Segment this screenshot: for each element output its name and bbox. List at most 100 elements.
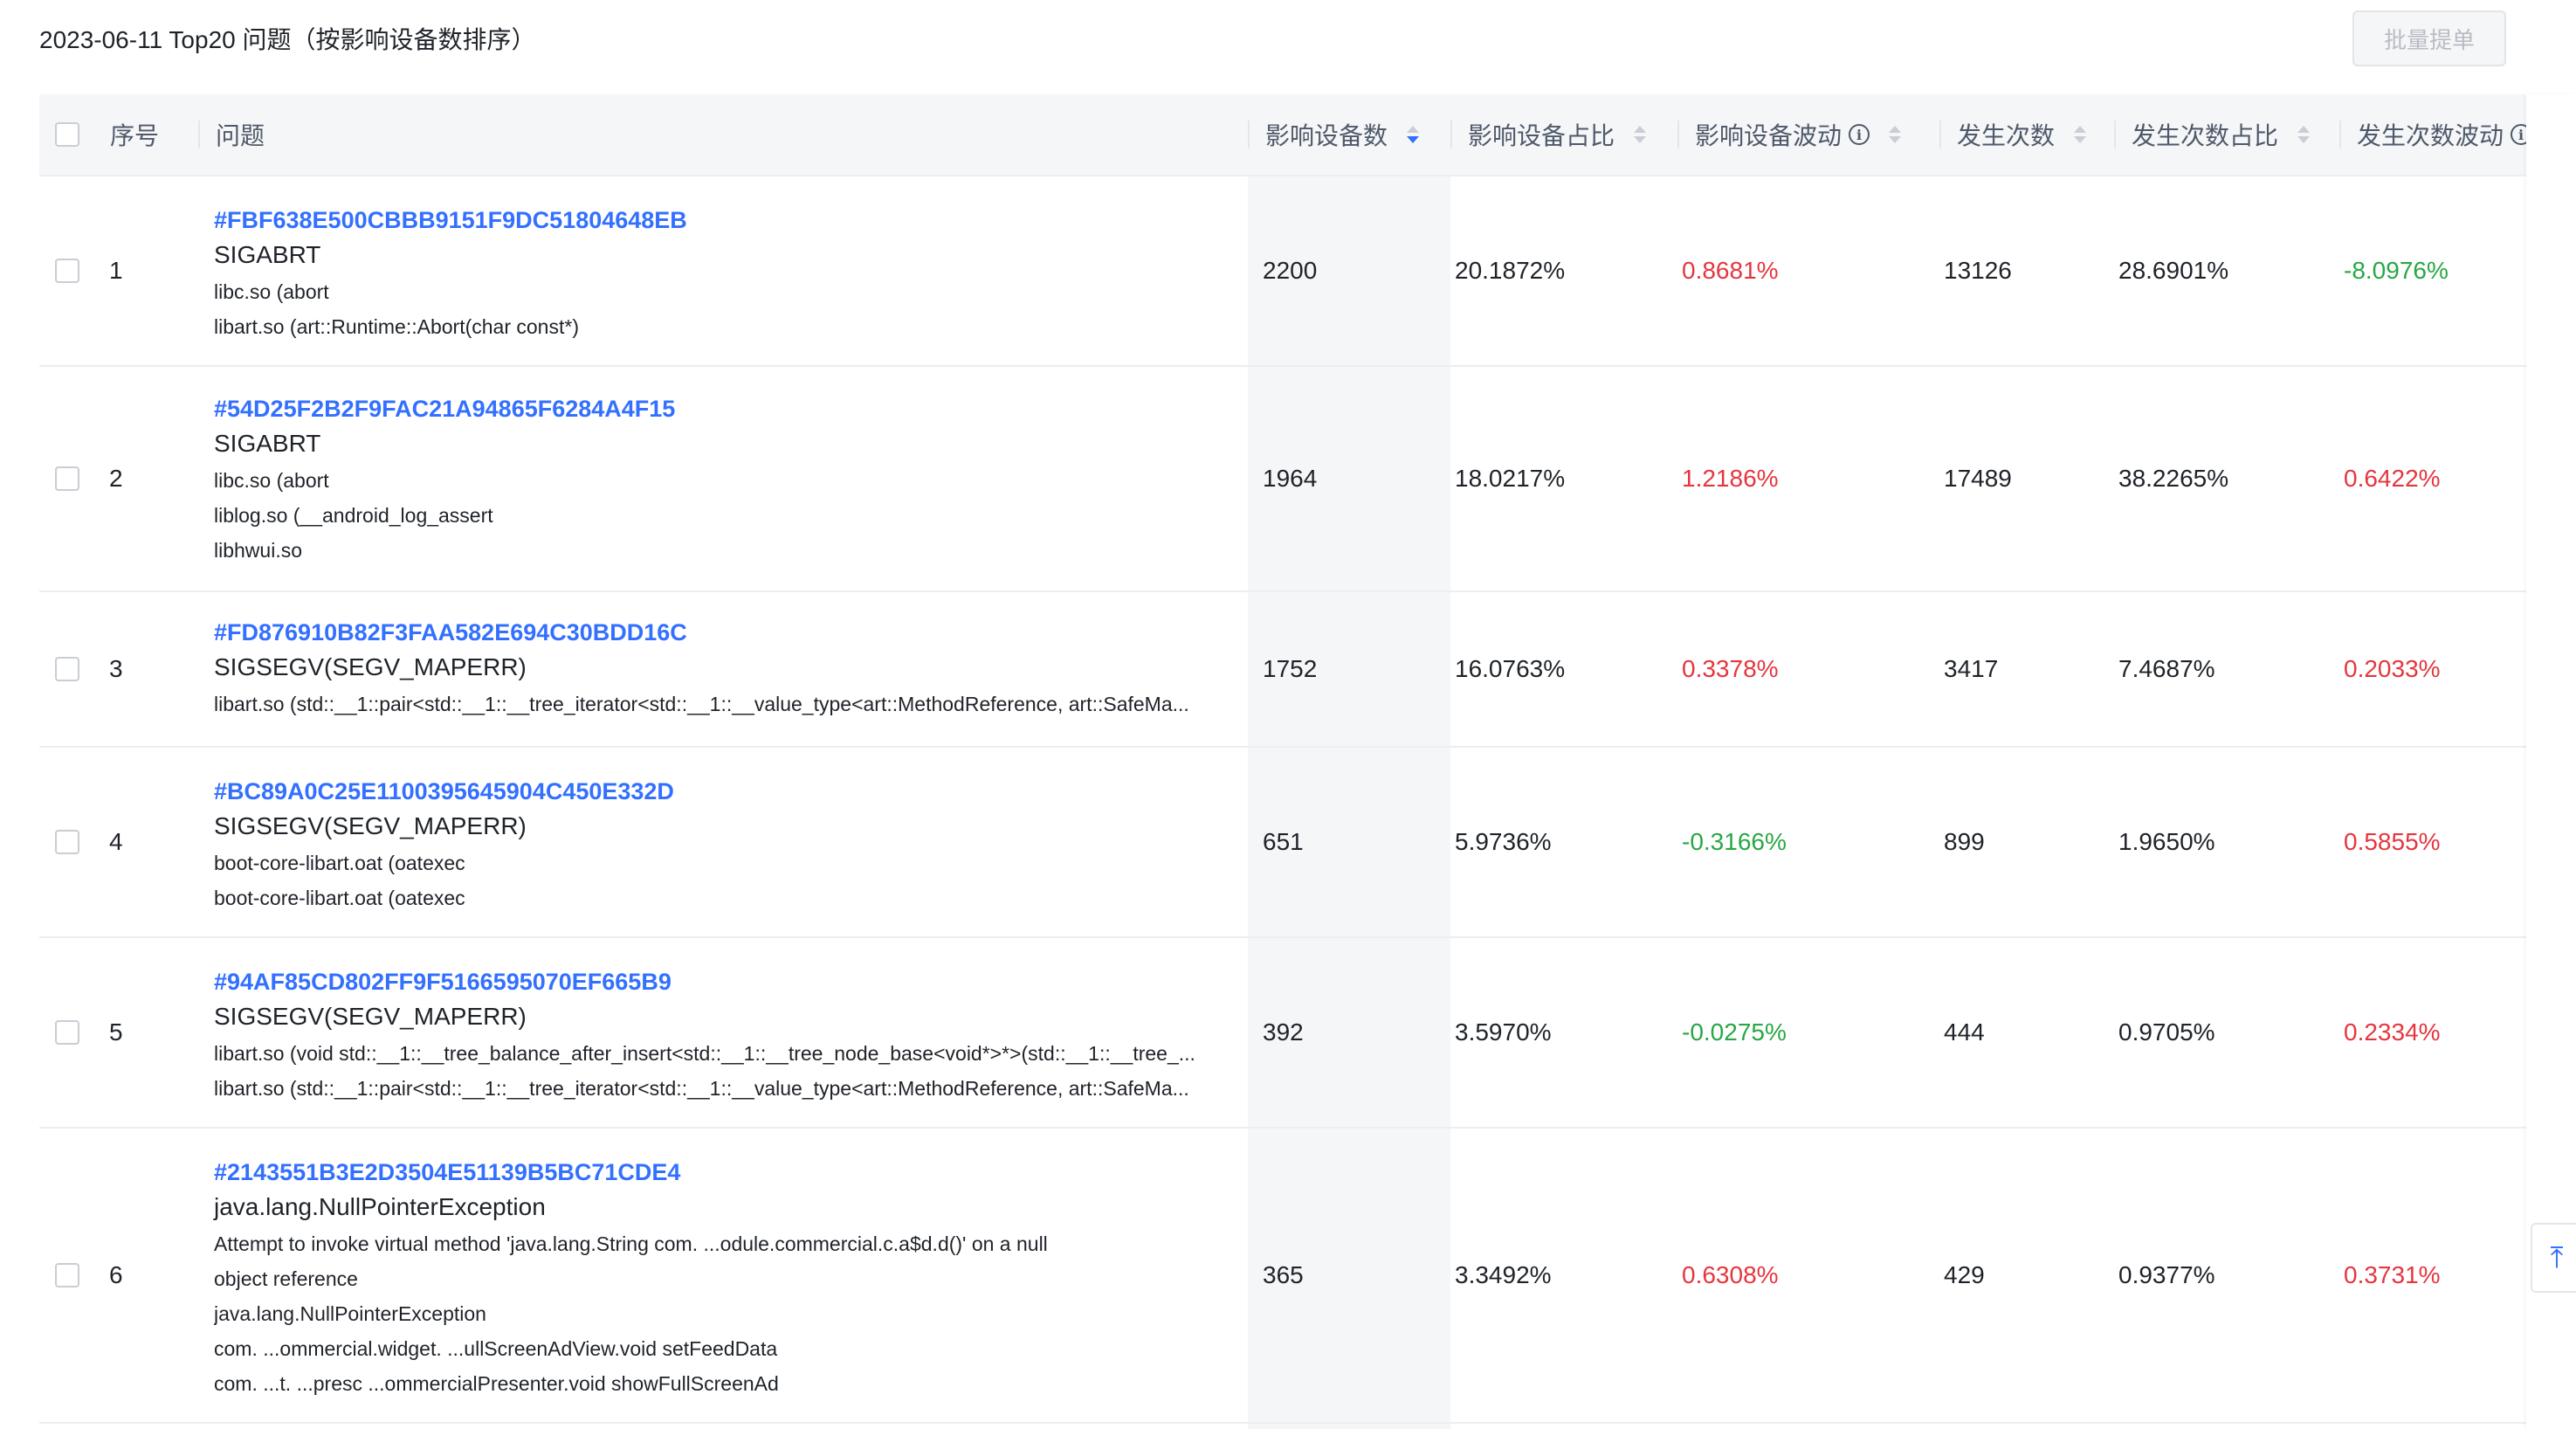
sort-icon[interactable]	[1889, 126, 1902, 143]
table-row[interactable]: 4 #BC89A0C25E1100395645904C450E332D SIGS…	[39, 748, 2526, 938]
device-ratio: 3.5970%	[1455, 1018, 1552, 1046]
issue-type: SIGSEGV(SEGV_MAPERR)	[214, 653, 527, 680]
header-occ-change[interactable]: 发生次数波动 i	[2339, 94, 2526, 175]
issue-cell: #BC89A0C25E1100395645904C450E332D SIGSEG…	[214, 776, 1262, 915]
info-icon[interactable]: i	[1849, 124, 1870, 145]
device-ratio: 5.9736%	[1455, 828, 1552, 855]
table-row[interactable]: 6 #2143551B3E2D3504E51139B5BC71CDE4 java…	[39, 1129, 2526, 1424]
issue-type: SIGSEGV(SEGV_MAPERR)	[214, 812, 527, 839]
issue-type: SIGSEGV(SEGV_MAPERR)	[214, 1003, 527, 1030]
occurrences: 444	[1944, 1018, 1985, 1046]
occ-ratio: 0.9377%	[2118, 1261, 2215, 1288]
issue-cell: #FD876910B82F3FAA582E694C30BDD16C SIGSEG…	[214, 617, 1262, 721]
stack-line: boot-core-libart.oat (oatexec	[214, 852, 465, 874]
row-checkbox[interactable]	[55, 657, 79, 681]
stack-line: com. ...ommercial.widget. ...ullScreenAd…	[214, 1337, 778, 1360]
stack-line: java.lang.NullPointerException	[214, 1302, 486, 1325]
row-checkbox[interactable]	[55, 259, 79, 283]
issue-link[interactable]: #FD876910B82F3FAA582E694C30BDD16C	[214, 617, 1262, 648]
issue-link[interactable]: #54D25F2B2F9FAC21A94865F6284A4F15	[214, 393, 1262, 425]
table-row[interactable]: 1 #FBF638E500CBBB9151F9DC51804648EB SIGA…	[39, 176, 2526, 367]
stack-line: libart.so (std::__1::pair<std::__1::__tr…	[214, 1077, 1189, 1100]
issue-cell: #FBF638E500CBBB9151F9DC51804648EB SIGABR…	[214, 204, 1262, 344]
occ-change-up: 0.6422%	[2344, 465, 2441, 492]
header-device-ratio[interactable]: 影响设备占比	[1450, 94, 1677, 175]
row-checkbox[interactable]	[55, 466, 79, 491]
issue-link[interactable]: #FBF638E500CBBB9151F9DC51804648EB	[214, 204, 1262, 236]
stack-line: boot-core-libart.oat (oatexec	[214, 887, 465, 909]
stack-line: libc.so (abort	[214, 469, 329, 492]
occ-change-up: 0.3731%	[2344, 1261, 2441, 1288]
stack-line: libart.so (void std::__1::__tree_balance…	[214, 1042, 1195, 1065]
issues-table: 序号 问题 影响设备数 影响设备占比 影响设备波动 i 发生次数 发生次数占比 …	[39, 94, 2526, 1429]
header-device-change[interactable]: 影响设备波动 i	[1677, 94, 1939, 175]
device-ratio: 16.0763%	[1455, 655, 1566, 682]
occurrences: 3417	[1944, 655, 1999, 682]
occ-change-up: 0.5855%	[2344, 828, 2441, 855]
device-count: 1964	[1263, 465, 1318, 492]
stack-line: object reference	[214, 1267, 358, 1290]
stack-line: Attempt to invoke virtual method 'java.l…	[214, 1232, 1048, 1255]
issue-cell: #94AF85CD802FF9F5166595070EF665B9 SIGSEG…	[214, 966, 1262, 1106]
issue-cell: #2143551B3E2D3504E51139B5BC71CDE4 java.l…	[214, 1156, 1262, 1401]
issue-type: java.lang.NullPointerException	[214, 1193, 546, 1220]
stack-line: libhwui.so	[214, 539, 302, 562]
occurrences: 899	[1944, 828, 1985, 855]
row-checkbox[interactable]	[55, 830, 79, 854]
row-index: 2	[109, 465, 123, 492]
occ-change-up: 0.2033%	[2344, 655, 2441, 682]
row-index: 4	[109, 828, 123, 855]
row-checkbox[interactable]	[55, 1263, 79, 1287]
row-index: 6	[109, 1261, 123, 1288]
sort-icon[interactable]	[1634, 126, 1647, 143]
sort-icon[interactable]	[2074, 126, 2087, 143]
occ-ratio: 7.4687%	[2118, 655, 2215, 682]
header-occ-ratio[interactable]: 发生次数占比	[2114, 94, 2338, 175]
header-occurrences[interactable]: 发生次数	[1939, 94, 2114, 175]
info-icon[interactable]: i	[2511, 124, 2526, 145]
back-to-top-icon[interactable]: ⤒	[2531, 1223, 2576, 1293]
device-change-up: 1.2186%	[1682, 465, 1779, 492]
table-row[interactable]: 3 #FD876910B82F3FAA582E694C30BDD16C SIGS…	[39, 592, 2526, 748]
device-change-up: 0.3378%	[1682, 655, 1779, 682]
issue-type: SIGABRT	[214, 241, 321, 268]
occurrences: 17489	[1944, 465, 2012, 492]
page-title: 2023-06-11 Top20 问题（按影响设备数排序）	[39, 26, 536, 53]
device-change-down: -0.0275%	[1682, 1018, 1787, 1046]
device-count: 651	[1263, 828, 1304, 855]
sort-desc-icon[interactable]	[1407, 126, 1420, 143]
issue-type: SIGABRT	[214, 430, 321, 457]
stack-line: libart.so (art::Runtime::Abort(char cons…	[214, 315, 579, 338]
device-ratio: 18.0217%	[1455, 465, 1566, 492]
batch-submit-button[interactable]: 批量提单	[2352, 10, 2506, 66]
occurrences: 13126	[1944, 257, 2012, 284]
stack-line: liblog.so (__android_log_assert	[214, 504, 493, 527]
row-checkbox[interactable]	[55, 1020, 79, 1045]
sort-icon[interactable]	[2297, 126, 2311, 143]
occurrences: 429	[1944, 1261, 1985, 1288]
occ-change-up: 0.2334%	[2344, 1018, 2441, 1046]
device-ratio: 3.3492%	[1455, 1261, 1552, 1288]
stack-line: com. ...t. ...presc ...ommercialPresente…	[214, 1372, 779, 1395]
device-change-up: 0.8681%	[1682, 257, 1779, 284]
table-row[interactable]: 5 #94AF85CD802FF9F5166595070EF665B9 SIGS…	[39, 938, 2526, 1129]
row-index: 5	[109, 1018, 123, 1046]
table-row[interactable]: 2 #54D25F2B2F9FAC21A94865F6284A4F15 SIGA…	[39, 367, 2526, 592]
device-count: 392	[1263, 1018, 1304, 1046]
row-index: 1	[109, 257, 123, 284]
issue-link[interactable]: #2143551B3E2D3504E51139B5BC71CDE4	[214, 1156, 1262, 1188]
occ-ratio: 28.6901%	[2118, 257, 2229, 284]
stack-line: libart.so (std::__1::pair<std::__1::__tr…	[214, 693, 1189, 715]
occ-ratio: 38.2265%	[2118, 465, 2229, 492]
device-count: 1752	[1263, 655, 1318, 682]
device-ratio: 20.1872%	[1455, 257, 1566, 284]
issue-link[interactable]: #94AF85CD802FF9F5166595070EF665B9	[214, 966, 1262, 998]
device-count: 365	[1263, 1261, 1304, 1288]
header-device-count[interactable]: 影响设备数	[1248, 94, 1450, 175]
row-index: 3	[109, 655, 123, 682]
stack-line: libc.so (abort	[214, 280, 329, 303]
occ-ratio: 1.9650%	[2118, 828, 2215, 855]
select-all-checkbox[interactable]	[55, 122, 79, 147]
device-count: 2200	[1263, 257, 1318, 284]
issue-link[interactable]: #BC89A0C25E1100395645904C450E332D	[214, 776, 1262, 807]
